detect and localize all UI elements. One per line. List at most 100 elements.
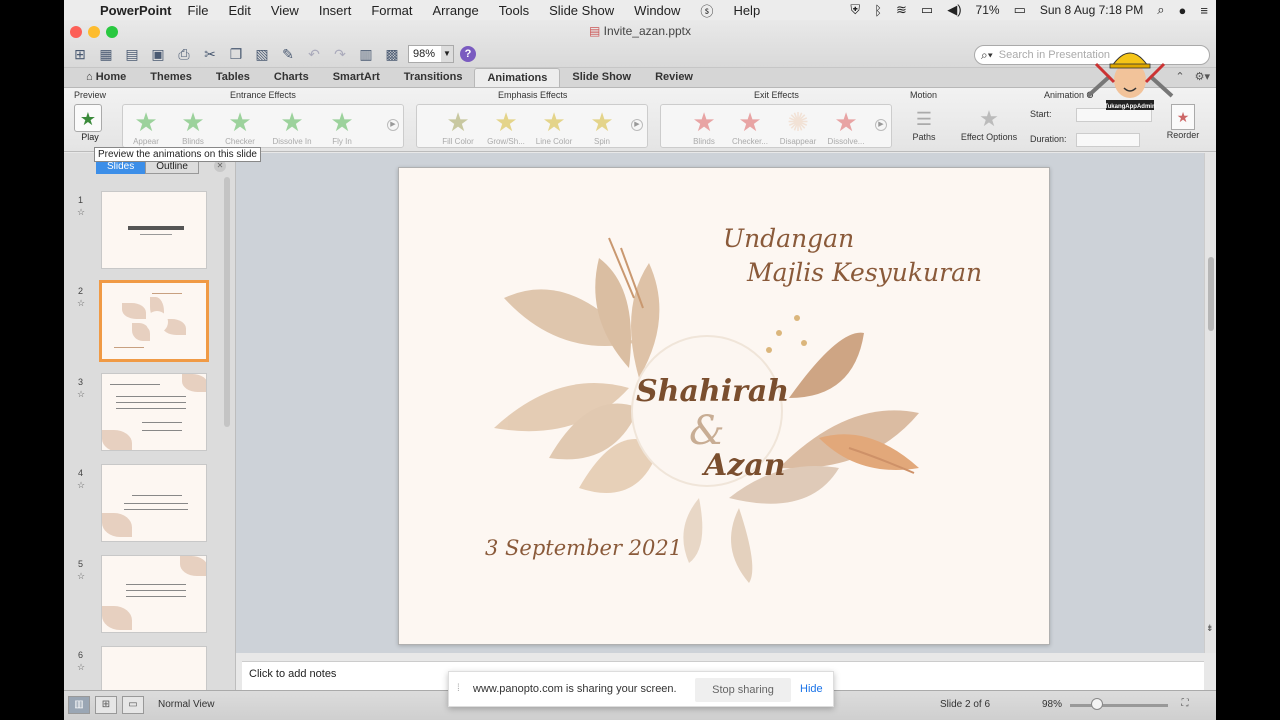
normal-view-button[interactable]: ▥	[68, 696, 90, 714]
airplay-icon[interactable]: ▭	[921, 2, 933, 18]
drag-handle-icon[interactable]: ⁞	[457, 683, 460, 694]
templates-icon[interactable]: ▦	[96, 44, 116, 64]
open-icon[interactable]: ▤	[122, 44, 142, 64]
help-icon[interactable]: ?	[460, 46, 476, 62]
menu-list-icon[interactable]: ≡	[1200, 3, 1208, 18]
tab-slide-show[interactable]: Slide Show	[560, 68, 643, 87]
name-shahirah[interactable]: Shahirah	[636, 374, 789, 409]
effect-options-button[interactable]: ★ Effect Options	[956, 106, 1022, 148]
effect-line-color[interactable]: ★ Line Color	[531, 107, 577, 146]
format-painter-icon[interactable]: ✎	[278, 44, 298, 64]
effect-exit-checker[interactable]: ★ Checker...	[727, 107, 773, 146]
menu-insert[interactable]: Insert	[319, 3, 352, 18]
zoom-slider-handle[interactable]	[1091, 698, 1103, 710]
gallery-next-icon[interactable]: ▶	[631, 119, 643, 131]
slide-thumbnail-row[interactable]: 3 ☆	[64, 373, 236, 459]
battery-icon: ▭	[1013, 2, 1026, 17]
tab-smartart[interactable]: SmartArt	[321, 68, 392, 87]
search-icon[interactable]: ⌕	[1157, 2, 1164, 18]
gallery-next-icon[interactable]: ▶	[387, 119, 399, 131]
exit-blinds-star-icon: ★	[692, 107, 716, 137]
tab-charts[interactable]: Charts	[262, 68, 321, 87]
cut-icon[interactable]: ✂	[200, 44, 220, 64]
menu-edit[interactable]: Edit	[228, 3, 250, 18]
name-azan[interactable]: Azan	[704, 448, 786, 483]
effect-dissolve-in[interactable]: ★ Dissolve In	[264, 107, 320, 146]
menu-arrange[interactable]: Arrange	[433, 3, 479, 18]
slide-thumbnail[interactable]	[101, 373, 207, 451]
stop-sharing-button[interactable]: Stop sharing	[695, 678, 791, 702]
script-icon[interactable]: ⓢ	[700, 1, 713, 20]
shield-icon[interactable]: ⛨	[850, 2, 860, 18]
effect-grow-shrink[interactable]: ★ Grow/Sh...	[483, 107, 529, 146]
effect-exit-blinds[interactable]: ★ Blinds	[681, 107, 727, 146]
gallery-next-icon[interactable]: ▶	[875, 119, 887, 131]
heading-undangan[interactable]: Undangan	[723, 224, 854, 253]
slide-canvas[interactable]: Undangan Majlis Kesyukuran Shahirah & Az…	[398, 167, 1050, 645]
tab-review[interactable]: Review	[643, 68, 705, 87]
menu-format[interactable]: Format	[371, 3, 412, 18]
undo-icon[interactable]: ↶	[304, 44, 324, 64]
gear-icon[interactable]: ⚙▾	[1195, 70, 1210, 83]
entrance-effects-gallery: ★ Appear ★ Blinds ★ Checker ★ Dissolve In ★ F…	[122, 104, 404, 148]
zoom-slider[interactable]	[1070, 704, 1168, 707]
app-menu[interactable]: PowerPoint	[100, 3, 172, 18]
event-date[interactable]: 3 September 2021	[485, 536, 682, 560]
slide-thumbnail-row[interactable]: 5 ☆	[64, 555, 236, 641]
presenter-view-button[interactable]: ▭	[122, 696, 144, 714]
notes-placeholder[interactable]: Click to add notes	[249, 668, 336, 680]
slide-thumbnail[interactable]	[101, 464, 207, 542]
paste-icon[interactable]: ▧	[252, 44, 272, 64]
effect-blinds[interactable]: ★ Blinds	[170, 107, 216, 146]
tab-themes[interactable]: Themes	[138, 68, 204, 87]
print-icon[interactable]: ⎙	[174, 44, 194, 64]
next-slide-icon[interactable]: ⇟	[1206, 623, 1214, 634]
effect-fill-color[interactable]: ★ Fill Color	[435, 107, 481, 146]
bluetooth-icon[interactable]: ᛒ	[874, 3, 882, 18]
menu-file[interactable]: File	[188, 3, 209, 18]
slide-thumbnail[interactable]	[101, 191, 207, 269]
menu-tools[interactable]: Tools	[499, 3, 529, 18]
zoom-select[interactable]: 98% ▼	[408, 45, 454, 63]
save-icon[interactable]: ▣	[148, 44, 168, 64]
heading-majlis[interactable]: Majlis Kesyukuran	[747, 258, 982, 287]
duration-stepper[interactable]	[1076, 133, 1140, 147]
menu-slideshow[interactable]: Slide Show	[549, 3, 614, 18]
tab-transitions[interactable]: Transitions	[392, 68, 475, 87]
slide-thumbnail-row[interactable]: 2 ☆	[64, 280, 236, 368]
slide-editor: Undangan Majlis Kesyukuran Shahirah & Az…	[236, 153, 1204, 653]
show-hide-icon[interactable]: ▥	[356, 44, 376, 64]
slide-thumbnail-row[interactable]: 4 ☆	[64, 464, 236, 550]
gallery-icon[interactable]: ▩	[382, 44, 402, 64]
effect-exit-dissolve[interactable]: ★ Dissolve...	[823, 107, 869, 146]
slide-thumbnail[interactable]	[101, 555, 207, 633]
paths-button[interactable]: ☰ Paths	[906, 106, 942, 148]
effect-checker[interactable]: ★ Checker	[217, 107, 263, 146]
tab-home[interactable]: ⌂ Home	[74, 68, 138, 87]
slide-thumbnail-selected[interactable]	[99, 280, 209, 362]
menu-window[interactable]: Window	[634, 3, 680, 18]
wifi-icon[interactable]: ≋	[896, 2, 907, 18]
editor-scroll-thumb[interactable]	[1208, 257, 1214, 331]
redo-icon[interactable]: ↷	[330, 44, 350, 64]
tab-tables[interactable]: Tables	[204, 68, 262, 87]
editor-scrollbar[interactable]: ⇟	[1204, 153, 1216, 653]
clock[interactable]: Sun 8 Aug 7:18 PM	[1040, 3, 1143, 17]
user-icon[interactable]: ●	[1179, 3, 1187, 18]
effect-fly-in[interactable]: ★ Fly In	[319, 107, 365, 146]
tab-animations[interactable]: Animations	[474, 68, 561, 87]
menu-help[interactable]: Help	[733, 3, 760, 18]
volume-icon[interactable]: ◀)	[947, 2, 961, 18]
play-button[interactable]: ★ Play	[74, 104, 106, 148]
effect-spin[interactable]: ★ Spin	[579, 107, 625, 146]
battery-percent[interactable]: 71%	[976, 3, 1000, 17]
new-icon[interactable]: ⊞	[70, 44, 90, 64]
copy-icon[interactable]: ❐	[226, 44, 246, 64]
effect-appear[interactable]: ★ Appear	[123, 107, 169, 146]
slide-sorter-button[interactable]: ⊞	[95, 696, 117, 714]
menu-view[interactable]: View	[271, 3, 299, 18]
slide-thumbnail-row[interactable]: 1 ☆	[64, 191, 236, 277]
hide-button[interactable]: Hide	[800, 683, 823, 695]
fit-to-window-icon[interactable]: ⛶	[1174, 696, 1196, 714]
effect-disappear[interactable]: ✺ Disappear	[775, 107, 821, 146]
